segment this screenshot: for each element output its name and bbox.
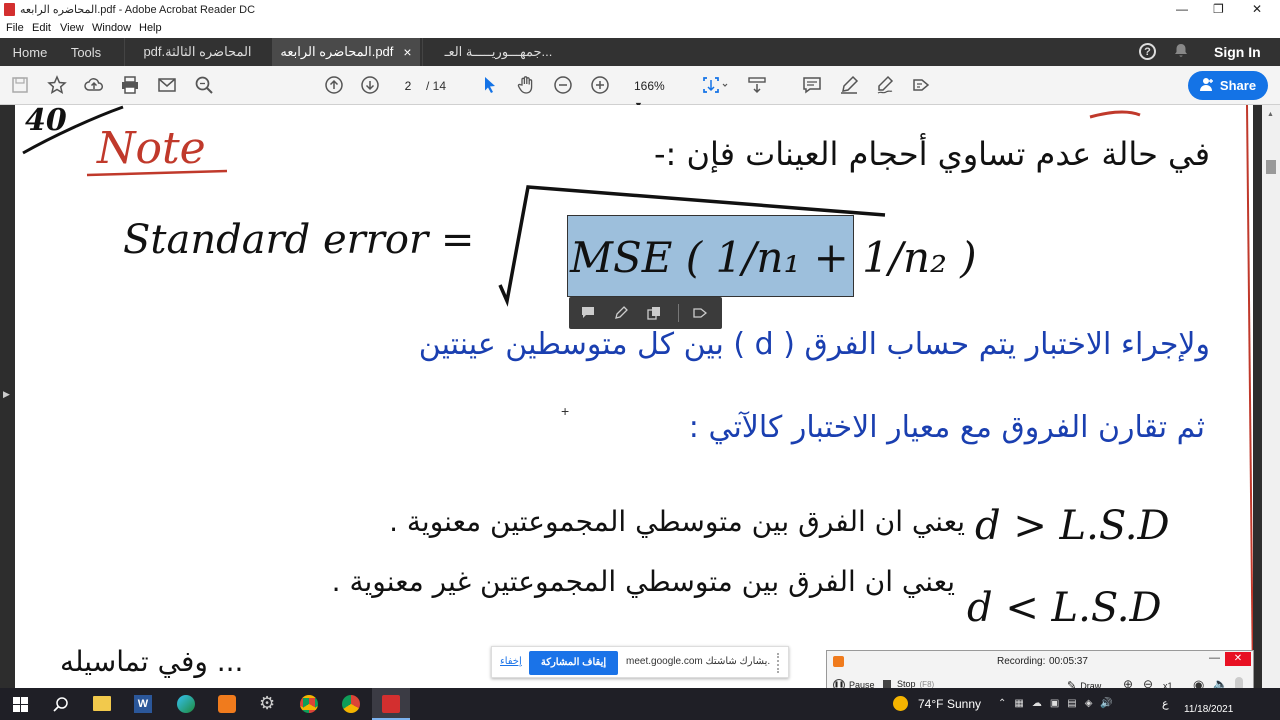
copy-icon[interactable] (647, 306, 661, 325)
word-icon[interactable]: W (134, 695, 152, 713)
page-number-mark: 40 (25, 103, 67, 138)
fit-page-icon[interactable] (701, 75, 729, 95)
toolbar-divider (678, 304, 679, 322)
windows-start-icon[interactable] (13, 697, 28, 717)
help-icon[interactable]: ? (1139, 43, 1156, 60)
highlight-pen-icon[interactable] (839, 75, 859, 95)
pdf-page: 40 Note في حالة عدم تساوي أحجام العينات … (15, 103, 1253, 688)
highlight-text-icon[interactable] (614, 306, 628, 325)
chrome-icon[interactable] (300, 695, 318, 713)
arabic-line-2: ولإجراء الاختبار يتم حساب الفرق ( d ) بي… (418, 327, 1210, 362)
tab-document-4[interactable]: المحاضره الرابعه.pdf × (272, 38, 420, 66)
system-tray-icons[interactable]: ⌃▦☁▣▤◈🔊 (998, 698, 1121, 709)
text-cursor-crosshair: + (561, 403, 570, 419)
minimize-button[interactable]: — (1176, 2, 1188, 16)
hand-tool-icon[interactable] (516, 75, 536, 95)
scroll-mode-icon[interactable] (747, 75, 767, 95)
close-window-button[interactable]: ✕ (1252, 2, 1262, 16)
tab-bar: Home Tools المحاضره الثالثة.pdf المحاضره… (0, 38, 1280, 66)
arabic-heading-line: في حالة عدم تساوي أحجام العينات فإن :- (653, 135, 1210, 173)
rule-2-text: يعني ان الفرق بين متوسطي المجموعتين غير … (331, 565, 955, 598)
selection-mini-toolbar (569, 297, 722, 329)
rule-2-condition: d < L.S.D (967, 585, 1162, 631)
sign-pen-icon[interactable] (875, 75, 895, 95)
left-panel-toggle-icon[interactable]: ▶ (3, 389, 10, 400)
input-language[interactable]: ع (1162, 697, 1169, 710)
menu-bar: File Edit View Window Help (0, 19, 1280, 38)
menu-file[interactable]: File (6, 22, 24, 34)
share-button[interactable]: Share (1188, 71, 1268, 100)
edge-browser-icon[interactable] (177, 695, 195, 713)
settings-gear-icon[interactable]: ⚙ (259, 693, 275, 714)
tab-home[interactable]: Home (0, 38, 60, 66)
recorder-logo-icon (833, 656, 844, 667)
screen-share-notice: meet.google.com يشارك شاشتك. إيقاف المشا… (491, 646, 789, 678)
file-explorer-icon[interactable] (93, 696, 111, 711)
chrome-second-icon[interactable] (342, 695, 360, 713)
recorder-minimize-icon[interactable]: — (1209, 652, 1220, 664)
pdf-app-icon (4, 3, 15, 16)
standard-error-label: Standard error = (123, 217, 475, 263)
page-number-input[interactable]: 2 (394, 77, 422, 95)
toolbar: 2 / 14 166% ▼ Share (0, 66, 1280, 110)
zoom-out-icon[interactable] (553, 75, 573, 95)
find-magnifier-icon[interactable] (194, 75, 214, 95)
menu-window[interactable]: Window (92, 22, 131, 34)
email-icon[interactable] (157, 75, 177, 95)
weather-sun-icon (893, 696, 908, 711)
weather-temp: 74°F (918, 697, 944, 711)
zoom-level-select[interactable]: 166% ▼ (626, 77, 684, 110)
add-comment-icon[interactable] (581, 306, 595, 325)
more-tools-icon[interactable] (911, 75, 931, 95)
upload-cloud-icon[interactable] (84, 75, 104, 95)
next-page-icon[interactable] (360, 75, 380, 95)
tab-document-other[interactable]: جمهـــوريـــــة العـ... (422, 38, 574, 66)
note-heading: Note (97, 123, 206, 174)
recording-label: Recording: (997, 656, 1046, 667)
recorder-close-button[interactable]: ✕ (1225, 652, 1251, 666)
stop-square-icon (883, 680, 891, 688)
comment-icon[interactable] (802, 75, 822, 95)
tab-tools[interactable]: Tools (60, 38, 112, 66)
mse-formula: MSE ( 1/n₁ + 1/n₂ ) (570, 233, 977, 282)
acrobat-taskbar-icon[interactable] (372, 688, 410, 720)
title-bar: المحاضره الرابعه.pdf - Adobe Acrobat Rea… (0, 0, 1280, 19)
recorder-app-icon[interactable] (218, 695, 236, 713)
drag-handle-icon[interactable] (777, 653, 783, 673)
arabic-line-3: ثم تقارن الفروق مع معيار الاختبار كالآتي… (688, 410, 1205, 445)
recording-time: 00:05:37 (1049, 656, 1088, 667)
page-total-label: / 14 (426, 79, 447, 93)
rule-1-condition: d > L.S.D (975, 503, 1170, 549)
share-notice-text: meet.google.com يشارك شاشتك. (626, 656, 771, 667)
tab-document-3[interactable]: المحاضره الثالثة.pdf (124, 38, 270, 66)
acrobat-logo-icon (382, 695, 400, 713)
stop-sharing-button[interactable]: إيقاف المشاركة (529, 651, 618, 675)
sign-in-link[interactable]: Sign In (1214, 44, 1261, 60)
menu-help[interactable]: Help (139, 22, 162, 34)
notification-bell-icon[interactable] (1173, 43, 1189, 59)
save-icon[interactable] (10, 75, 30, 95)
windows-taskbar: W ⚙ 74°F Sunny ⌃▦☁▣▤◈🔊 ع 11/18/2021 (0, 688, 1280, 720)
arabic-line-6: ... وفي تماسيله (60, 645, 244, 678)
vertical-scrollbar[interactable]: ▲ (1262, 105, 1280, 688)
close-tab-icon[interactable]: × (403, 44, 411, 60)
bookmark-star-icon[interactable] (47, 75, 67, 95)
taskbar-search-icon[interactable] (53, 696, 69, 717)
taskbar-date: 11/18/2021 (1184, 704, 1234, 715)
rule-1-text: يعني ان الفرق بين متوسطي المجموعتين معنو… (389, 505, 965, 538)
print-icon[interactable] (120, 75, 140, 95)
maximize-button[interactable]: ❐ (1213, 2, 1224, 16)
hide-notice-link[interactable]: إخفاء (500, 656, 522, 667)
scroll-up-icon[interactable]: ▲ (1267, 111, 1274, 118)
window-title: المحاضره الرابعه.pdf - Adobe Acrobat Rea… (20, 4, 256, 16)
add-person-icon (1199, 77, 1214, 94)
menu-view[interactable]: View (60, 22, 84, 34)
zoom-in-icon[interactable] (590, 75, 610, 95)
previous-page-icon[interactable] (324, 75, 344, 95)
select-cursor-icon[interactable] (480, 75, 500, 95)
edit-text-icon[interactable] (693, 306, 708, 325)
scrollbar-thumb[interactable] (1266, 160, 1276, 174)
weather-condition: Sunny (947, 697, 982, 711)
menu-edit[interactable]: Edit (32, 22, 51, 34)
